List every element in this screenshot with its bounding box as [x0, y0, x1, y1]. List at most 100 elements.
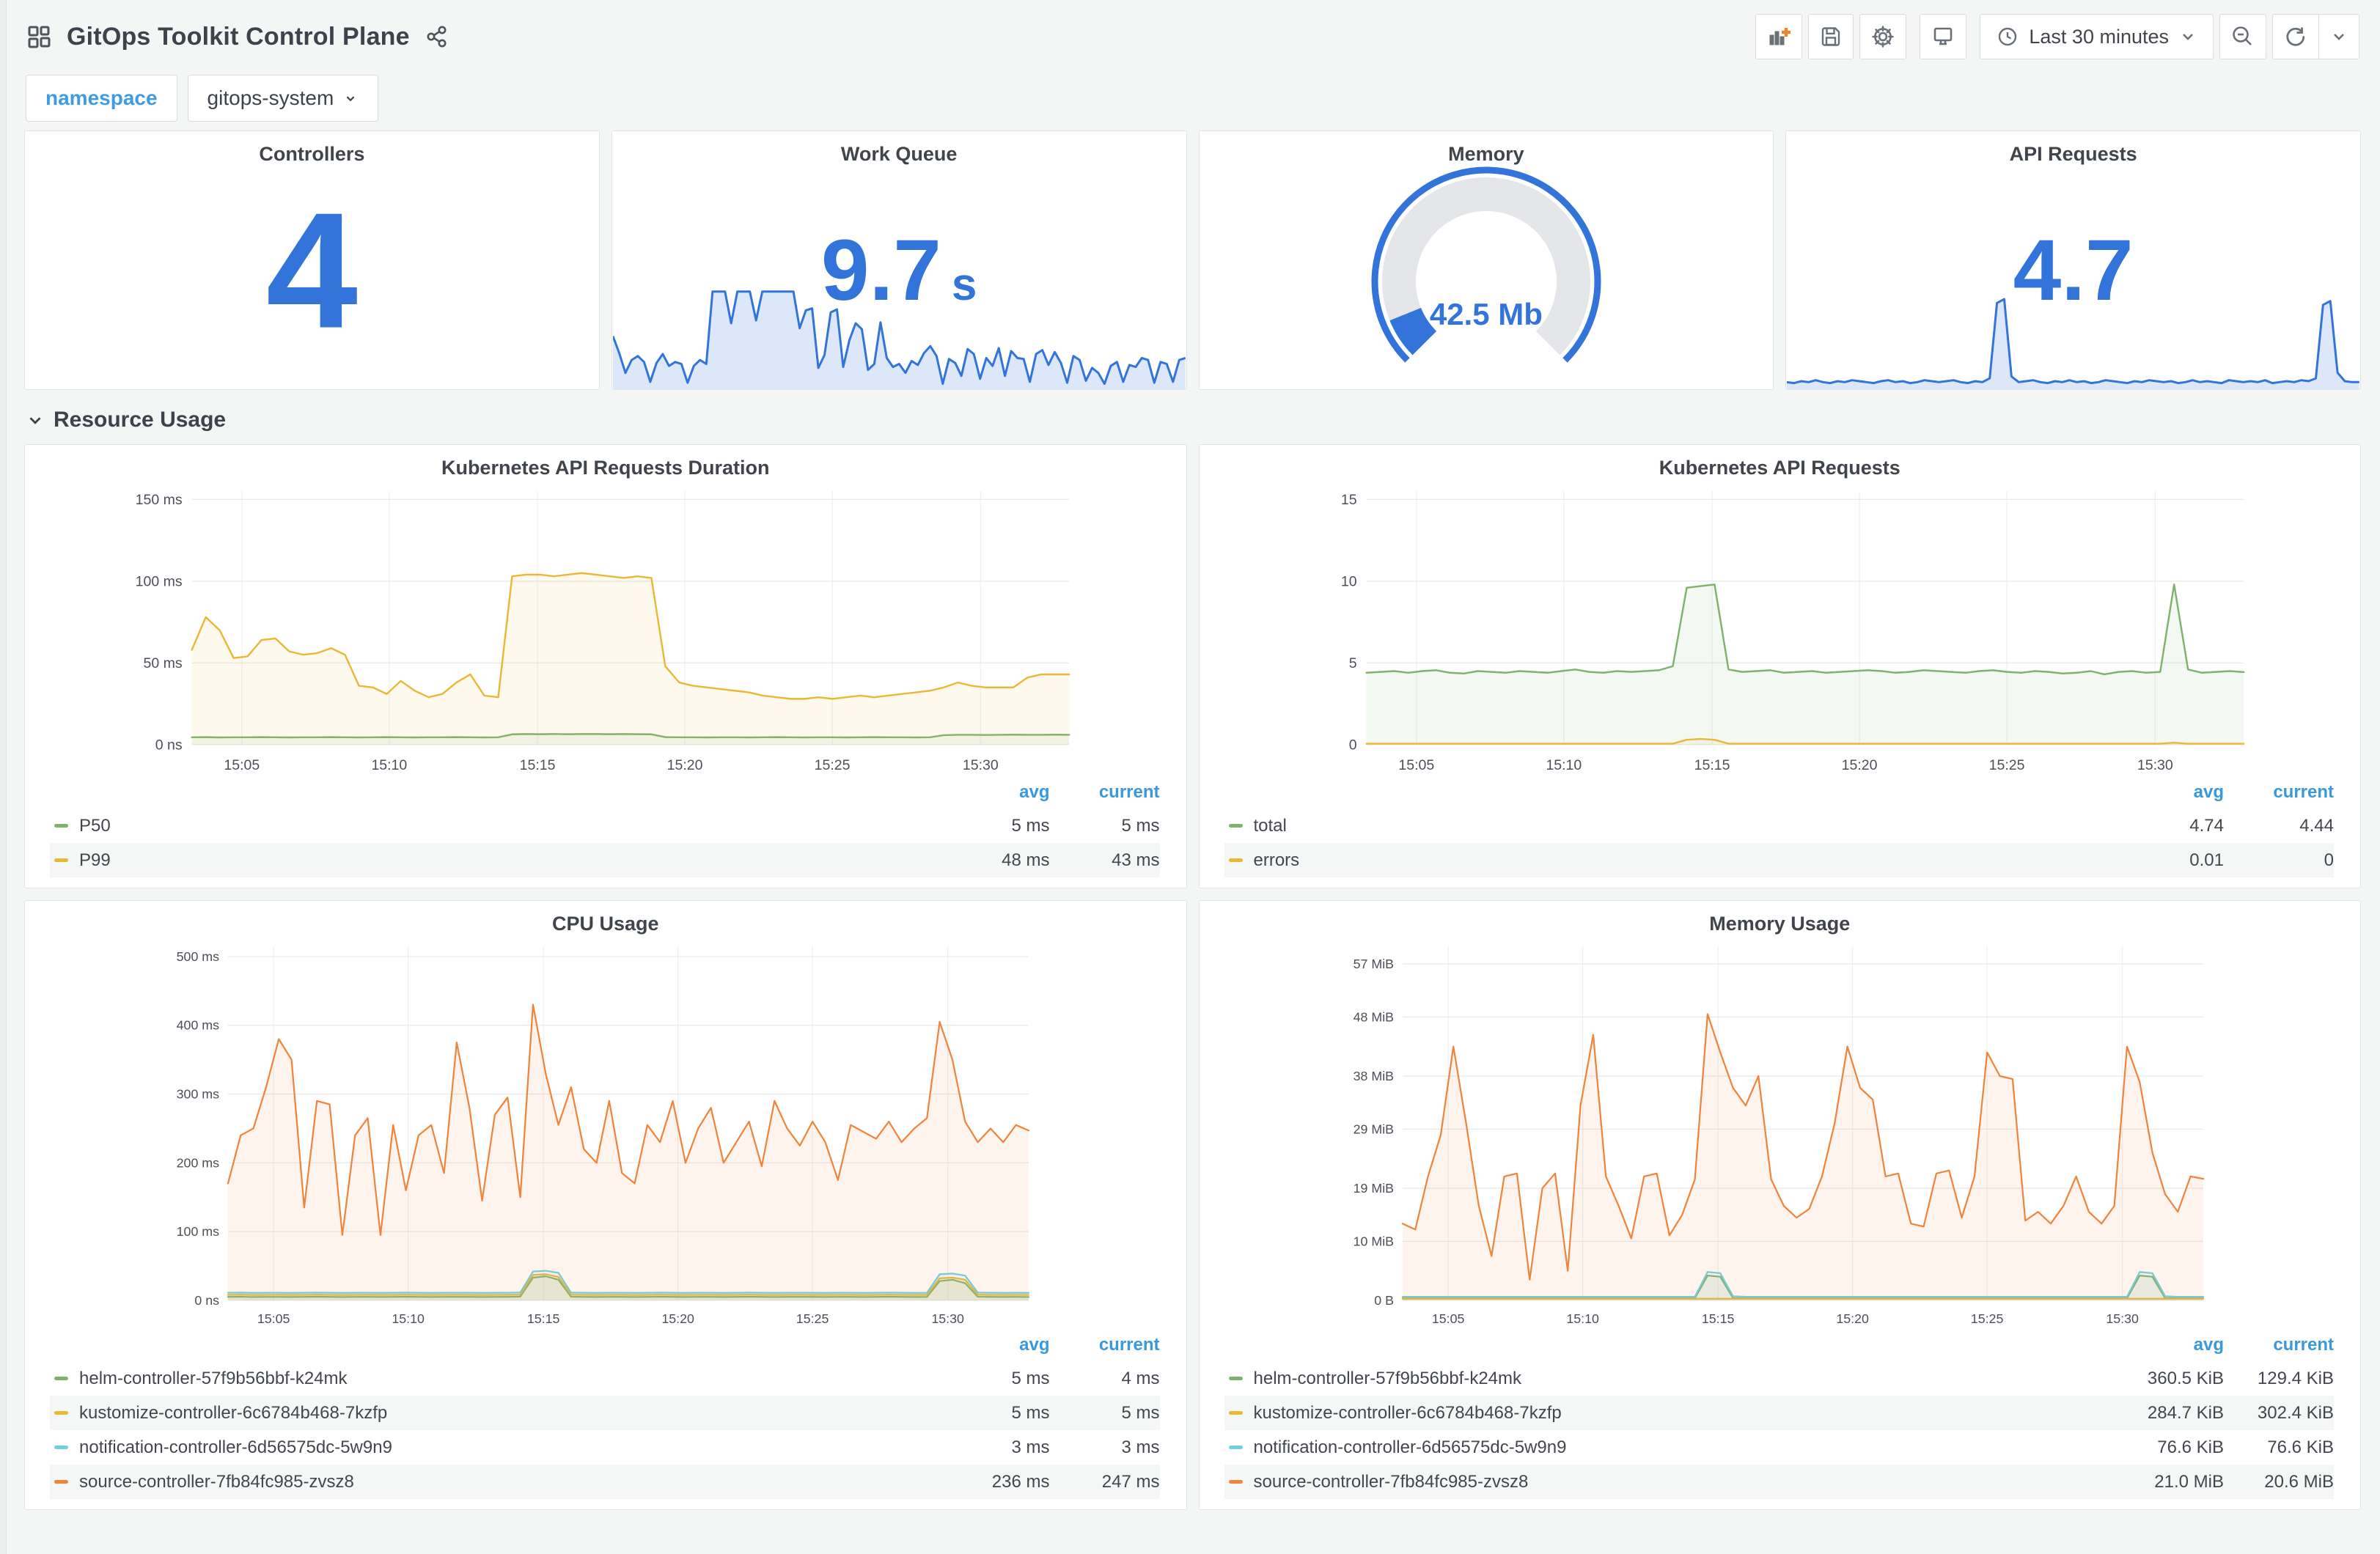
- tv-mode-button[interactable]: [1920, 14, 1967, 59]
- legend-row[interactable]: source-controller-7fb84fc985-zvsz8 21.0 M…: [1224, 1465, 2334, 1499]
- namespace-variable-label: namespace: [26, 75, 177, 122]
- series-avg-value: 5 ms: [1011, 1368, 1050, 1388]
- panel-title[interactable]: API Requests: [1786, 131, 2360, 166]
- svg-text:50 ms: 50 ms: [144, 655, 183, 671]
- svg-text:500 ms: 500 ms: [177, 949, 219, 964]
- api-requests-chart-panel: Kubernetes API Requests 15:05 15:10 15:15 1…: [1198, 444, 2361, 888]
- series-current-value: 4 ms: [1121, 1368, 1160, 1388]
- panel-title[interactable]: Controllers: [25, 131, 599, 166]
- clock-icon: [1997, 26, 2019, 48]
- legend-header-current[interactable]: current: [2224, 1335, 2334, 1355]
- svg-text:48 MiB: 48 MiB: [1353, 1009, 1393, 1024]
- share-icon[interactable]: [425, 24, 449, 49]
- series-current-value: 5 ms: [1121, 1402, 1160, 1423]
- legend-header-avg[interactable]: avg: [940, 1335, 1049, 1355]
- legend-header-avg[interactable]: avg: [2114, 1335, 2224, 1355]
- time-range-picker[interactable]: Last 30 minutes: [1980, 14, 2214, 59]
- apps-grid-icon[interactable]: [26, 23, 52, 50]
- svg-text:0: 0: [1348, 737, 1356, 753]
- legend-header-current[interactable]: current: [1050, 782, 1160, 803]
- svg-text:15:10: 15:10: [371, 757, 407, 773]
- legend-row[interactable]: kustomize-controller-6c6784b468-7kzfp 284…: [1224, 1396, 2334, 1430]
- work-queue-value: 9.7 s: [820, 222, 977, 320]
- series-current-value: 302.4 KiB: [2257, 1402, 2334, 1423]
- legend-header-avg[interactable]: avg: [2114, 782, 2224, 803]
- legend-header-current[interactable]: current: [2224, 782, 2334, 803]
- svg-text:15: 15: [1340, 492, 1356, 508]
- section-resource-usage[interactable]: Resource Usage: [24, 390, 2361, 444]
- svg-text:38 MiB: 38 MiB: [1353, 1069, 1393, 1083]
- series-color-dash: [1228, 1377, 1243, 1380]
- controllers-panel: Controllers 4: [24, 130, 600, 390]
- legend-row[interactable]: P99 48 ms 43 ms: [50, 843, 1160, 877]
- series-current-value: 247 ms: [1101, 1471, 1160, 1492]
- svg-text:15:30: 15:30: [2106, 1311, 2139, 1326]
- svg-text:0 ns: 0 ns: [194, 1293, 219, 1308]
- series-color-dash: [54, 824, 68, 828]
- work-queue-panel: Work Queue 9.7 s: [611, 130, 1187, 390]
- svg-text:10 MiB: 10 MiB: [1353, 1234, 1393, 1248]
- dashboard-page: GitOps Toolkit Control Plane Last 30 min…: [7, 0, 2380, 1510]
- series-color-dash: [1228, 1480, 1243, 1484]
- legend-header-avg[interactable]: avg: [940, 782, 1049, 803]
- api-requests-value: 4.7: [2013, 222, 2134, 320]
- namespace-variable-select[interactable]: gitops-system: [187, 75, 379, 122]
- legend-row[interactable]: notification-controller-6d56575dc-5w9n9 3…: [50, 1430, 1160, 1465]
- svg-text:15:10: 15:10: [1566, 1311, 1599, 1326]
- refresh-button[interactable]: [2272, 14, 2319, 59]
- series-color-dash: [54, 1446, 68, 1449]
- legend-row[interactable]: errors 0.01 0: [1224, 843, 2334, 877]
- svg-text:15:05: 15:05: [257, 1311, 290, 1326]
- series-avg-value: 48 ms: [1002, 850, 1050, 870]
- svg-text:15:30: 15:30: [2137, 757, 2173, 773]
- svg-text:15:25: 15:25: [815, 757, 851, 773]
- save-dashboard-button[interactable]: [1808, 14, 1854, 59]
- series-avg-value: 360.5 KiB: [2147, 1368, 2224, 1388]
- memory-usage-chart[interactable]: 15:05 15:10 15:15 15:20 15:25 15:30 57 MiB 48 M…: [1200, 935, 2361, 1332]
- add-panel-button[interactable]: [1755, 14, 1803, 59]
- memory-panel: Memory 42.5 Mb: [1198, 130, 1774, 390]
- series-avg-value: 21.0 MiB: [2154, 1471, 2224, 1492]
- zoom-out-button[interactable]: [2219, 14, 2266, 59]
- svg-text:15:25: 15:25: [1988, 757, 2024, 773]
- svg-text:15:15: 15:15: [1694, 757, 1730, 773]
- svg-text:15:25: 15:25: [1970, 1311, 2003, 1326]
- series-color-dash: [1228, 1411, 1243, 1415]
- series-avg-value: 76.6 KiB: [2157, 1437, 2224, 1457]
- legend-row[interactable]: helm-controller-57f9b56bbf-k24mk 360.5 Ki…: [1224, 1361, 2334, 1396]
- refresh-interval-dropdown[interactable]: [2318, 14, 2359, 59]
- panel-title[interactable]: Memory Usage: [1200, 901, 2361, 935]
- svg-text:15:20: 15:20: [667, 757, 703, 773]
- legend-row[interactable]: notification-controller-6d56575dc-5w9n9 7…: [1224, 1430, 2334, 1465]
- svg-text:300 ms: 300 ms: [177, 1086, 219, 1101]
- legend-row[interactable]: P50 5 ms 5 ms: [50, 809, 1160, 843]
- legend-row[interactable]: source-controller-7fb84fc985-zvsz8 236 ms…: [50, 1465, 1160, 1499]
- series-name: source-controller-7fb84fc985-zvsz8: [1253, 1471, 1529, 1492]
- legend-row[interactable]: kustomize-controller-6c6784b468-7kzfp 5 m…: [50, 1396, 1160, 1430]
- panel-title[interactable]: CPU Usage: [25, 901, 1186, 935]
- window-edge: [0, 0, 7, 1554]
- cpu-usage-chart[interactable]: 15:05 15:10 15:15 15:20 15:25 15:30 500 ms 400 …: [25, 935, 1186, 1332]
- panel-title[interactable]: Kubernetes API Requests: [1200, 445, 2361, 479]
- legend-header-current[interactable]: current: [1050, 1335, 1160, 1355]
- svg-text:15:15: 15:15: [1701, 1311, 1734, 1326]
- api-requests-chart[interactable]: 15:05 15:10 15:15 15:20 15:25 15:30 15 10 5 0: [1200, 479, 2361, 779]
- svg-text:15:10: 15:10: [392, 1311, 425, 1326]
- api-duration-chart[interactable]: 15:05 15:10 15:15 15:20 15:25 15:30 150 ms 100 …: [25, 479, 1186, 779]
- svg-text:200 ms: 200 ms: [177, 1155, 219, 1170]
- series-name: kustomize-controller-6c6784b468-7kzfp: [79, 1402, 388, 1423]
- series-current-value: 76.6 KiB: [2267, 1437, 2334, 1457]
- svg-text:150 ms: 150 ms: [136, 492, 183, 508]
- chevron-down-icon: [26, 410, 45, 430]
- settings-button[interactable]: [1859, 14, 1907, 59]
- panel-title[interactable]: Kubernetes API Requests Duration: [25, 445, 1186, 479]
- api-duration-panel: Kubernetes API Requests Duration 15:05 15…: [24, 444, 1187, 888]
- svg-text:15:05: 15:05: [224, 757, 260, 773]
- legend-row[interactable]: total 4.74 4.44: [1224, 809, 2334, 843]
- legend-row[interactable]: helm-controller-57f9b56bbf-k24mk 5 ms 4 ms: [50, 1361, 1160, 1396]
- series-current-value: 43 ms: [1112, 850, 1160, 870]
- svg-text:57 MiB: 57 MiB: [1353, 957, 1393, 971]
- svg-text:0 ns: 0 ns: [155, 737, 183, 753]
- panel-title[interactable]: Memory: [1200, 131, 1774, 166]
- panel-title[interactable]: Work Queue: [612, 131, 1186, 166]
